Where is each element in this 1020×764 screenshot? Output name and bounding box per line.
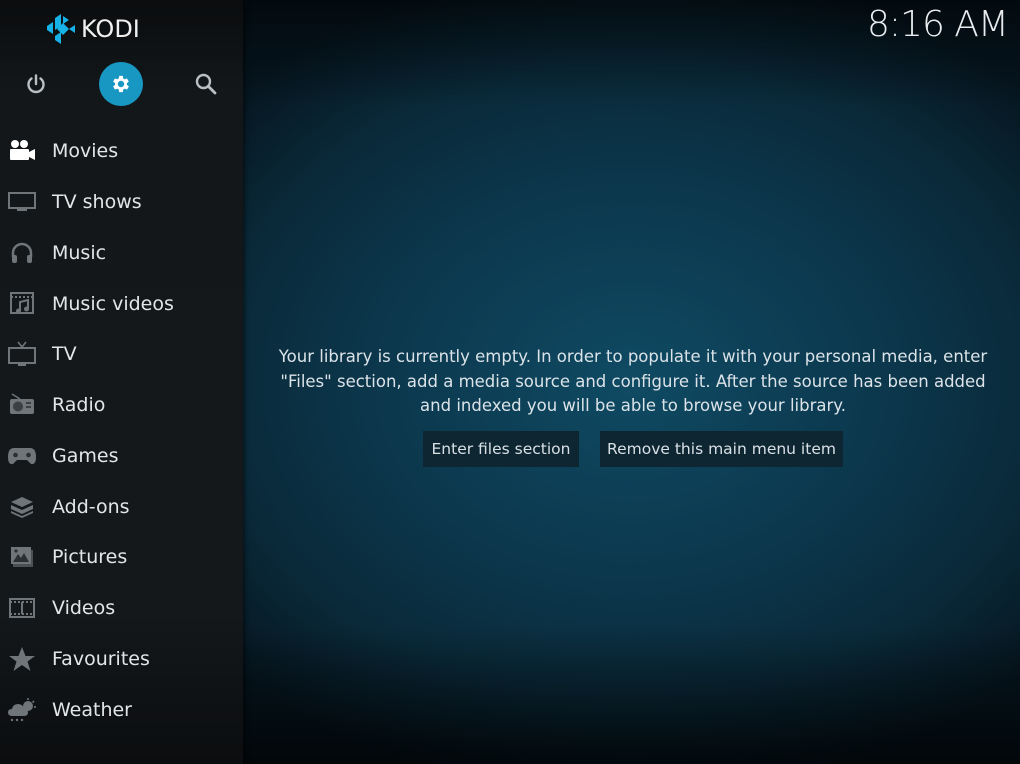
menu-item-label: Add-ons (52, 495, 130, 518)
menu-item-pictures[interactable]: Pictures (0, 532, 243, 583)
message-line: and indexed you will be able to browse y… (420, 396, 846, 415)
menu-item-movies[interactable]: Movies (0, 126, 243, 177)
menu-item-label: Pictures (52, 546, 128, 569)
menu-item-videos[interactable]: Videos (0, 583, 243, 634)
empty-library-message: Your library is currently empty. In orde… (258, 345, 1008, 419)
power-icon (27, 74, 45, 94)
kodi-logo-icon (47, 14, 75, 44)
menu-item-favourites[interactable]: Favourites (0, 634, 243, 685)
message-line: Your library is currently empty. In orde… (278, 347, 988, 366)
menu-item-label: Music (52, 241, 107, 264)
menu-item-label: TV shows (52, 191, 142, 214)
menu-item-tv[interactable]: TV (0, 329, 243, 380)
menu-item-radio[interactable]: Radio (0, 380, 243, 431)
settings-button[interactable] (99, 62, 143, 106)
music-video-icon (6, 290, 38, 318)
menu-item-add-ons[interactable]: Add-ons (0, 481, 243, 532)
headphones-icon (6, 239, 38, 267)
enter-files-section-button[interactable]: Enter files section (423, 431, 579, 467)
menu-item-label: Weather (52, 698, 132, 721)
menu-item-label: Games (52, 444, 119, 467)
menu-item-tv-shows[interactable]: TV shows (0, 177, 243, 228)
menu-item-label: Radio (52, 394, 106, 417)
power-button[interactable] (14, 62, 58, 106)
menu-item-label: Music videos (52, 292, 174, 315)
tv-antenna-icon (6, 340, 38, 368)
main-menu: Movies TV shows Music Music videos TV Ra… (0, 126, 243, 735)
picture-icon (6, 543, 38, 571)
menu-item-label: Videos (52, 597, 116, 620)
movie-camera-icon (6, 137, 38, 165)
menu-item-label: TV (52, 343, 77, 366)
search-button[interactable] (184, 62, 228, 106)
menu-item-label: Favourites (52, 647, 150, 670)
gear-icon (113, 75, 129, 93)
box-icon (6, 493, 38, 521)
menu-item-label: Movies (52, 140, 119, 163)
menu-item-weather[interactable]: Weather (0, 684, 243, 735)
message-line: "Files" section, add a media source and … (280, 371, 986, 391)
radio-icon (6, 391, 38, 419)
app-name: KODI (81, 15, 140, 43)
menu-item-music[interactable]: Music (0, 228, 243, 279)
monitor-icon (6, 188, 38, 216)
star-icon (6, 645, 38, 673)
film-strip-icon (6, 594, 38, 622)
sidebar: KODI Movies TV shows Music Music videos … (0, 0, 243, 764)
search-icon (195, 73, 217, 95)
gamepad-icon (6, 442, 38, 470)
menu-item-games[interactable]: Games (0, 431, 243, 482)
menu-item-music-videos[interactable]: Music videos (0, 278, 243, 329)
kodi-logo: KODI (47, 14, 140, 44)
remove-main-menu-item-button[interactable]: Remove this main menu item (600, 431, 843, 467)
clock: 8:16 AM (867, 4, 1009, 45)
weather-icon (6, 696, 38, 724)
